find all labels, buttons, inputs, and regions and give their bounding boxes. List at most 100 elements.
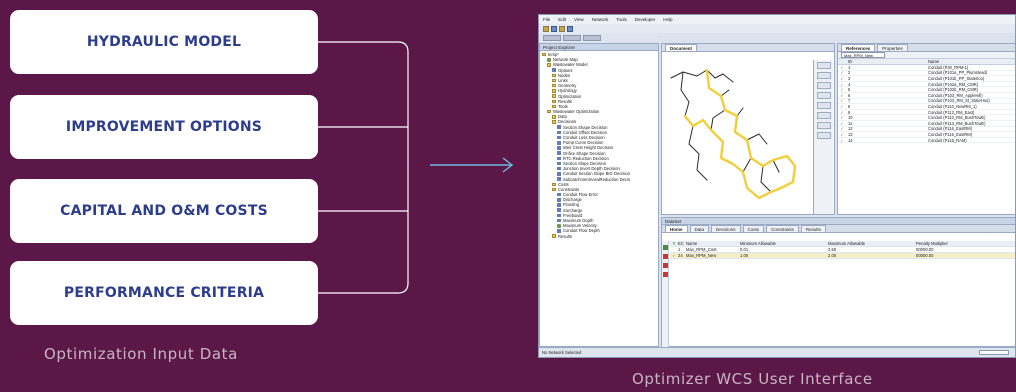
open-icon[interactable]	[543, 25, 549, 32]
folder-icon	[552, 187, 556, 192]
reference-name: Conduit (P101a_PP_Plumstead)	[928, 70, 988, 76]
reference-name: Conduit (P102a_RM_CMR)	[928, 81, 979, 87]
select-tool-icon[interactable]	[816, 62, 831, 69]
reference-name: Conduit (P116_RAM)	[928, 137, 967, 143]
reference-id: 3	[848, 75, 851, 81]
menu-bar: File Edit View Network Tools Developer H…	[539, 15, 1015, 24]
input-label: IMPROVEMENT OPTIONS	[65, 119, 263, 135]
column-id[interactable]: ID	[846, 59, 926, 64]
tab-references[interactable]: References	[841, 44, 876, 51]
dataset-side-toolbar	[662, 241, 669, 347]
dataset-cell: 2.00	[828, 253, 837, 258]
folder-icon	[552, 99, 556, 104]
tab-properties[interactable]: Properties	[877, 44, 908, 51]
db-icon	[557, 203, 561, 207]
query-tool-icon[interactable]	[816, 112, 831, 119]
measure-tool-icon[interactable]	[816, 102, 831, 109]
reference-name: Conduit (P103_RM_St_StateHoo)	[928, 98, 990, 104]
print-icon[interactable]	[567, 25, 573, 32]
toolbar-button[interactable]	[543, 35, 561, 41]
status-text: No Network Selected	[542, 350, 582, 355]
input-box-improvement-options: IMPROVEMENT OPTIONS	[10, 95, 318, 159]
tab-dataset-data[interactable]: Data	[689, 225, 710, 232]
tab-dataset-home[interactable]: Home	[665, 225, 688, 232]
document-tabs: Document	[662, 44, 834, 52]
dataset-table: # EC Name Minimum Allowable Maximum Allowabl…	[670, 241, 1015, 259]
tab-dataset-costs[interactable]: Costs	[742, 225, 765, 232]
check-icon: ✓	[840, 81, 844, 87]
network-map[interactable]	[663, 60, 813, 214]
toolbar-button[interactable]	[583, 35, 601, 41]
dataset-column-header[interactable]: Name	[686, 241, 740, 246]
menu-developer[interactable]: Developer	[635, 17, 656, 22]
reference-name: Conduit (P101b_PP_Staterloo)	[928, 75, 985, 81]
label-tool-icon[interactable]	[816, 132, 831, 139]
tab-dataset-constraints[interactable]: Constraints	[766, 225, 799, 232]
references-rows: ✓ 1 Conduit (P30_RPM-1) ✓ 2 Conduit (P101a_PP…	[838, 65, 1015, 144]
input-label: PERFORMANCE CRITERIA	[63, 285, 265, 301]
db-icon	[557, 146, 561, 150]
clear-icon[interactable]	[662, 272, 668, 277]
dataset-cell: 2.50	[828, 247, 837, 252]
dataset-title: DataSet	[662, 218, 1015, 225]
tab-dataset-results[interactable]: Results	[800, 225, 826, 232]
input-label: HYDRAULIC MODEL	[86, 34, 242, 50]
dataset-cell: ✓	[672, 253, 676, 258]
column-name[interactable]: Name	[926, 59, 1015, 64]
tab-document[interactable]: Document	[665, 44, 698, 51]
folder-icon	[552, 115, 556, 119]
layers-tool-icon[interactable]	[816, 92, 831, 99]
save-icon[interactable]	[551, 25, 557, 32]
reference-name: Conduit (P103_RM_AppleHill)	[928, 92, 983, 98]
menu-network[interactable]: Network	[592, 17, 609, 22]
zoom-tool-icon[interactable]	[816, 72, 831, 79]
menu-help[interactable]: Help	[663, 17, 672, 22]
add-icon[interactable]	[662, 245, 668, 250]
dataset-column-header[interactable]: Penalty Multiplier	[916, 241, 1015, 246]
db-icon	[557, 213, 561, 218]
tree-item-label: SubcatchmentArealReduction Decis	[563, 176, 631, 182]
map-tool-palette	[813, 60, 833, 214]
highlight-pipes	[683, 68, 797, 200]
input-box-hydraulic-model: HYDRAULIC MODEL	[10, 10, 318, 74]
dataset-column-header[interactable]: Maximum Allowable	[828, 241, 916, 246]
delete-icon[interactable]	[662, 254, 668, 259]
project-explorer: Project Explorer temp* Network Map Wastewa…	[539, 43, 659, 347]
folder-icon	[552, 182, 556, 187]
item-icon	[547, 58, 551, 62]
dataset-row[interactable]: ✓ 24 Max_RPM_New 1.05 2.00 00000.00	[670, 253, 1015, 259]
reference-name: Conduit (P113_RM_BushTowE)	[928, 115, 986, 121]
toolbar-button[interactable]	[563, 35, 581, 41]
project-tree: temp* Network Map Wastewater Model Options N…	[540, 51, 658, 240]
remove-icon[interactable]	[662, 263, 668, 268]
menu-file[interactable]: File	[543, 17, 550, 22]
reference-id: 6	[848, 92, 851, 98]
folder-icon	[552, 78, 556, 83]
menu-view[interactable]: View	[574, 17, 584, 22]
tree-item[interactable]: Results	[542, 234, 656, 239]
dataset-column-header[interactable]: Minimum Allowable	[740, 241, 828, 246]
pan-tool-icon[interactable]	[816, 82, 831, 89]
references-select[interactable]: Max_RPM_New	[841, 52, 885, 58]
reference-id: 2	[848, 70, 851, 76]
dataset-column-header[interactable]: #	[670, 241, 678, 246]
folder-icon	[547, 63, 551, 67]
input-box-capital-costs: CAPITAL AND O&M COSTS	[10, 179, 318, 243]
input-label: CAPITAL AND O&M COSTS	[60, 203, 268, 219]
reference-row[interactable]: ✓ 14 Conduit (P116_RAM)	[838, 138, 1015, 144]
menu-tools[interactable]: Tools	[616, 17, 627, 22]
status-bar: No Network Selected	[539, 347, 1015, 357]
tab-dataset-decisions[interactable]: Decisions	[711, 225, 741, 232]
db-icon	[557, 156, 561, 161]
input-box-performance-criteria: PERFORMANCE CRITERIA	[10, 261, 318, 325]
menu-edit[interactable]: Edit	[558, 17, 566, 22]
reference-id: 7	[848, 98, 851, 104]
filter-tool-icon[interactable]	[816, 122, 831, 129]
dataset-column-header[interactable]: EC	[678, 241, 686, 246]
reference-name: Conduit (P112_RM_East)	[928, 109, 975, 115]
dataset-cell: Max_RPM_Cost	[686, 247, 717, 252]
folder-icon	[552, 120, 556, 124]
folder-icon[interactable]	[559, 25, 565, 32]
reference-name: Conduit (P110_NewRM_1)	[928, 103, 977, 109]
reference-id: 12	[848, 126, 853, 132]
